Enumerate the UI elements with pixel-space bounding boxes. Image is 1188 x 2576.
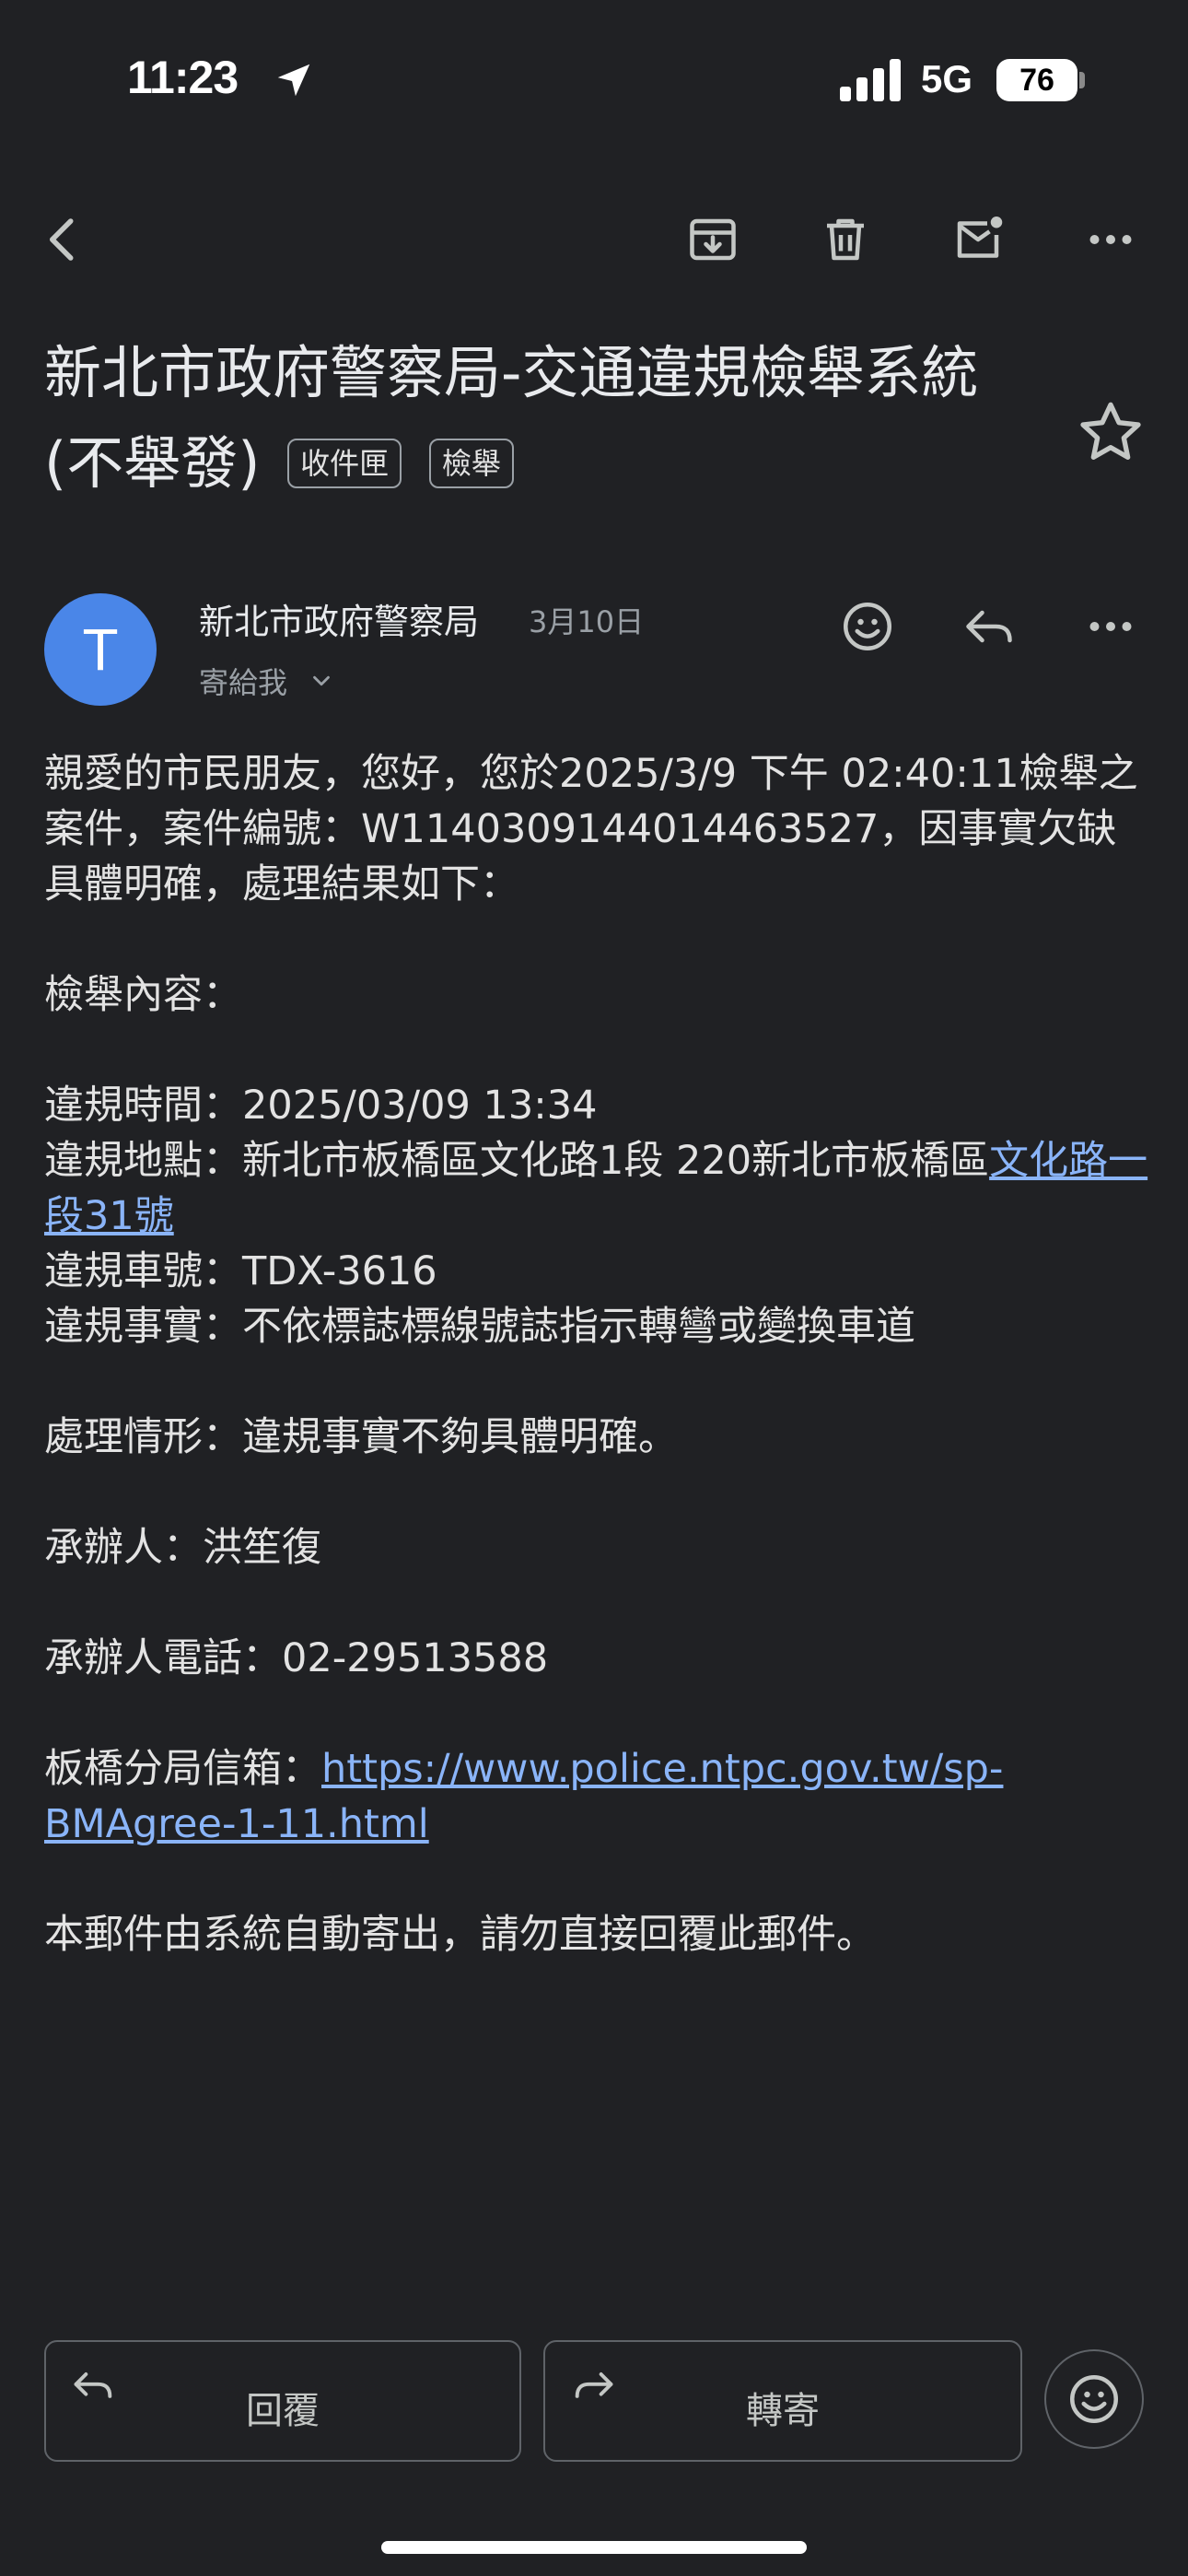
sender-avatar[interactable]: T — [44, 593, 157, 706]
body-mailbox: 板橋分局信箱：https://www.police.ntpc.gov.tw/sp… — [44, 1741, 1149, 1852]
status-time: 11:23 — [127, 52, 239, 103]
email-date: 3月10日 — [529, 604, 645, 639]
forward-label: 轉寄 — [746, 2390, 820, 2432]
body-violation-place: 違規地點：新北市板橋區文化路1段 220新北市板橋區文化路一段31號 — [44, 1133, 1149, 1244]
battery-icon: 76 — [996, 59, 1085, 101]
violation-place-text: 違規地點：新北市板橋區文化路1段 220新北市板橋區 — [44, 1138, 990, 1184]
body-plate: 違規車號：TDX-3616 — [44, 1248, 437, 1294]
body-section-title: 檢舉內容： — [44, 972, 242, 1018]
body-fact: 違規事實：不依標誌標線號誌指示轉彎或變換車道 — [44, 1304, 915, 1350]
home-indicator[interactable] — [381, 2541, 807, 2554]
body-footer: 本郵件由系統自動寄出，請勿直接回覆此郵件。 — [44, 1912, 876, 1958]
trash-icon — [827, 218, 864, 261]
more-icon — [1089, 235, 1132, 244]
reply-button[interactable] — [952, 590, 1026, 663]
chevron-down-icon[interactable] — [308, 667, 335, 695]
label-inbox[interactable]: 收件匣 — [287, 439, 402, 488]
body-greeting: 親愛的市民朋友，您好，您於2025/3/9 下午 02:40:11檢舉之案件，案… — [44, 751, 1138, 907]
delete-button[interactable] — [809, 203, 882, 276]
back-arrow-icon — [50, 218, 74, 261]
body-violation-time: 違規時間：2025/03/09 13:34 — [44, 1083, 598, 1129]
more-icon — [1089, 622, 1132, 631]
signal-icon — [840, 59, 901, 101]
reply-action-button[interactable]: 回覆 — [44, 2340, 521, 2462]
archive-button[interactable] — [676, 203, 750, 276]
status-bar: 11:23 5G 76 — [0, 0, 1188, 157]
reply-icon — [966, 610, 1012, 643]
location-arrow-icon — [277, 64, 310, 97]
smiley-icon — [844, 603, 891, 650]
email-screen: 11:23 5G 76 新北市政府警察局-交通違規檢舉系統(不舉發) 收件匣 檢… — [0, 0, 1188, 2576]
emoji-react-button[interactable] — [831, 590, 904, 663]
forward-action-button[interactable]: 轉寄 — [543, 2340, 1022, 2462]
battery-level: 76 — [1019, 63, 1054, 98]
body-officer: 承辦人：洪笙復 — [44, 1525, 321, 1571]
bottom-emoji-button[interactable] — [1044, 2349, 1144, 2449]
body-phone: 承辦人電話：02-29513588 — [44, 1635, 549, 1681]
sender-name: 新北市政府警察局 — [199, 602, 480, 642]
mark-unread-button[interactable] — [941, 203, 1015, 276]
smiley-icon — [1070, 2375, 1118, 2423]
mailbox-label: 板橋分局信箱： — [44, 1746, 321, 1792]
star-icon[interactable] — [1074, 396, 1147, 470]
archive-icon — [690, 218, 736, 261]
back-button[interactable] — [26, 203, 99, 276]
recipient-label[interactable]: 寄給我 — [199, 660, 287, 702]
reply-label: 回覆 — [246, 2390, 320, 2432]
body-handling: 處理情形：違規事實不夠具體明確。 — [44, 1414, 678, 1460]
message-more-button[interactable] — [1074, 590, 1147, 663]
email-body: 親愛的市民朋友，您好，您於2025/3/9 下午 02:40:11檢舉之案件，案… — [44, 746, 1149, 1962]
network-label: 5G — [921, 57, 973, 100]
more-button[interactable] — [1074, 203, 1147, 276]
label-report[interactable]: 檢舉 — [428, 439, 514, 488]
email-subject: 新北市政府警察局-交通違規檢舉系統(不舉發) 收件匣 檢舉 — [44, 328, 1039, 509]
mark-unread-icon — [957, 217, 1003, 258]
